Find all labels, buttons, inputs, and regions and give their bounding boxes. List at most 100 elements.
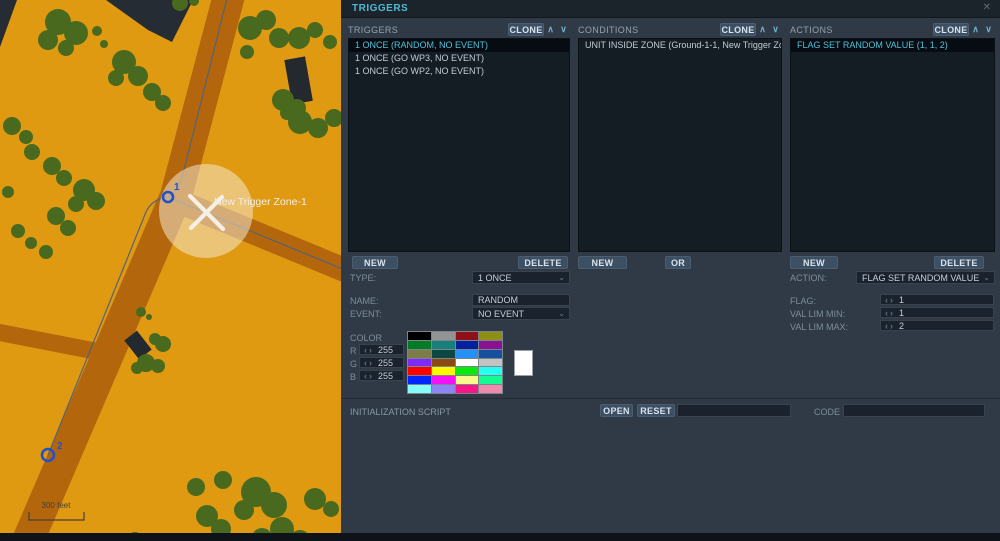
palette-swatch[interactable]	[408, 358, 431, 367]
move-action-down-icon[interactable]: ∨	[982, 24, 995, 35]
map-view[interactable]: New Trigger Zone-1 1 2 300 feet	[0, 0, 341, 541]
palette-swatch[interactable]	[431, 367, 455, 376]
palette-swatch[interactable]	[479, 332, 502, 340]
list-item[interactable]: 1 ONCE (GO WP3, NO EVENT)	[349, 52, 569, 65]
g-value: 255	[378, 357, 394, 368]
conditions-list[interactable]: UNIT INSIDE ZONE (Ground-1-1, New Trigge…	[578, 38, 782, 252]
move-condition-down-icon[interactable]: ∨	[769, 24, 782, 35]
palette-swatch[interactable]	[479, 367, 502, 376]
palette-swatch[interactable]	[455, 385, 479, 393]
palette-swatch[interactable]	[455, 358, 479, 367]
list-item[interactable]: UNIT INSIDE ZONE (Ground-1-1, New Trigge…	[579, 39, 781, 52]
palette-swatch[interactable]	[455, 332, 479, 340]
spin-left-icon[interactable]: ‹	[881, 295, 889, 305]
val-lim-min-spinner[interactable]: ‹ › 1	[880, 307, 994, 318]
type-value: 1 ONCE	[478, 272, 512, 283]
delete-trigger-button[interactable]: DELETE	[518, 256, 568, 269]
val-lim-max-label: VAL LIM MAX:	[790, 322, 849, 332]
palette-swatch[interactable]	[408, 332, 431, 340]
g-spinner[interactable]: ‹ › 255	[359, 357, 404, 368]
palette-swatch[interactable]	[455, 367, 479, 376]
move-trigger-down-icon[interactable]: ∨	[557, 24, 570, 35]
move-action-up-icon[interactable]: ∧	[969, 24, 982, 35]
flag-value: 1	[899, 294, 905, 305]
clone-triggers-button[interactable]: CLONE	[508, 23, 544, 36]
clone-condition-button[interactable]: CLONE	[720, 23, 756, 36]
triggers-panel: TRIGGERS ✕ TRIGGERS CLONE ∧ ∨ CONDITIONS…	[341, 0, 1000, 541]
chevron-down-icon: ⌄	[983, 273, 990, 282]
triggers-column-header: TRIGGERS CLONE ∧ ∨	[348, 22, 570, 37]
spin-left-icon[interactable]: ‹	[881, 308, 889, 318]
actions-column-header: ACTIONS CLONE ∧ ∨	[790, 22, 995, 37]
val-lim-min-value: 1	[899, 307, 905, 318]
val-lim-min-label: VAL LIM MIN:	[790, 309, 846, 319]
palette-swatch[interactable]	[455, 340, 479, 349]
palette-swatch[interactable]	[408, 385, 431, 393]
reset-script-button[interactable]: RESET	[637, 404, 675, 417]
palette-swatch[interactable]	[479, 358, 502, 367]
flag-spinner[interactable]: ‹ › 1	[880, 294, 994, 305]
palette-swatch[interactable]	[431, 376, 455, 385]
palette-swatch[interactable]	[431, 358, 455, 367]
open-script-button[interactable]: OPEN	[600, 404, 633, 417]
spin-left-icon[interactable]: ‹	[360, 345, 368, 355]
palette-swatch[interactable]	[408, 376, 431, 385]
palette-swatch[interactable]	[455, 376, 479, 385]
palette-swatch[interactable]	[408, 340, 431, 349]
palette-swatch[interactable]	[455, 349, 479, 358]
map-scale-label: 300 feet	[42, 501, 72, 510]
palette-swatch[interactable]	[431, 340, 455, 349]
palette-swatch[interactable]	[431, 349, 455, 358]
trigger-zone-label: New Trigger Zone-1	[214, 196, 307, 208]
name-input[interactable]: RANDOM	[472, 294, 570, 306]
palette-swatch[interactable]	[479, 340, 502, 349]
palette-swatch[interactable]	[431, 332, 455, 340]
waypoint-2-label: 2	[57, 441, 63, 452]
palette-swatch[interactable]	[408, 367, 431, 376]
new-condition-button[interactable]: NEW	[578, 256, 627, 269]
code-input[interactable]	[843, 404, 985, 417]
triggers-list[interactable]: 1 ONCE (RANDOM, NO EVENT) 1 ONCE (GO WP3,…	[348, 38, 570, 252]
new-trigger-button[interactable]: NEW	[352, 256, 398, 269]
action-label: ACTION:	[790, 273, 827, 283]
name-label: NAME:	[350, 296, 379, 306]
divider	[341, 398, 1000, 399]
color-label: COLOR	[350, 333, 383, 343]
list-item[interactable]: 1 ONCE (GO WP2, NO EVENT)	[349, 65, 569, 78]
val-lim-max-spinner[interactable]: ‹ › 2	[880, 320, 994, 331]
type-dropdown[interactable]: 1 ONCE ⌄	[472, 271, 570, 284]
val-lim-max-value: 2	[899, 320, 905, 331]
actions-header-label: ACTIONS	[790, 24, 833, 35]
palette-swatch[interactable]	[431, 385, 455, 393]
spin-left-icon[interactable]: ‹	[360, 358, 368, 368]
palette-swatch[interactable]	[479, 376, 502, 385]
action-dropdown[interactable]: FLAG SET RANDOM VALUE ⌄	[856, 271, 995, 284]
palette-swatch[interactable]	[408, 349, 431, 358]
r-value: 255	[378, 344, 394, 355]
event-dropdown[interactable]: NO EVENT ⌄	[472, 307, 570, 320]
script-input[interactable]	[677, 404, 791, 417]
clone-action-button[interactable]: CLONE	[933, 23, 969, 36]
move-trigger-up-icon[interactable]: ∧	[544, 24, 557, 35]
event-label: EVENT:	[350, 309, 382, 319]
color-palette[interactable]	[407, 331, 503, 394]
or-condition-button[interactable]: OR	[665, 256, 691, 269]
new-action-button[interactable]: NEW	[790, 256, 838, 269]
b-spinner[interactable]: ‹ › 255	[359, 370, 404, 381]
move-condition-up-icon[interactable]: ∧	[756, 24, 769, 35]
spin-left-icon[interactable]: ‹	[881, 321, 889, 331]
list-item[interactable]: FLAG SET RANDOM VALUE (1, 1, 2)	[791, 39, 994, 52]
spin-left-icon[interactable]: ‹	[360, 371, 368, 381]
close-icon[interactable]: ✕	[983, 2, 991, 13]
palette-swatch[interactable]	[479, 349, 502, 358]
actions-list[interactable]: FLAG SET RANDOM VALUE (1, 1, 2)	[790, 38, 995, 252]
map-canvas[interactable]: New Trigger Zone-1 1 2 300 feet	[0, 0, 341, 541]
list-item[interactable]: 1 ONCE (RANDOM, NO EVENT)	[349, 39, 569, 52]
panel-titlebar[interactable]: TRIGGERS ✕	[341, 0, 1000, 18]
flag-label: FLAG:	[790, 296, 817, 306]
b-value: 255	[378, 370, 394, 381]
chevron-down-icon: ⌄	[558, 273, 565, 282]
r-spinner[interactable]: ‹ › 255	[359, 344, 404, 355]
palette-swatch[interactable]	[479, 385, 502, 393]
delete-action-button[interactable]: DELETE	[934, 256, 984, 269]
